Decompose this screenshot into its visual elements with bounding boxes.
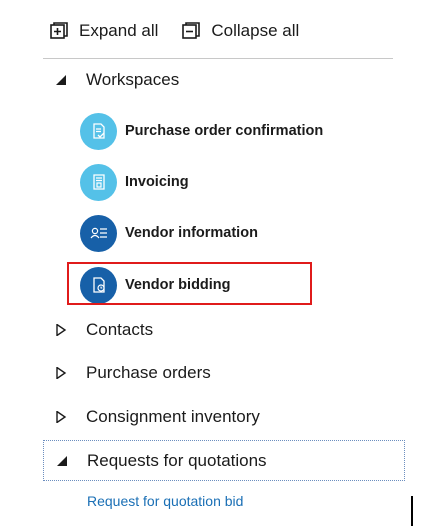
group-workspaces[interactable]: Workspaces [43, 60, 405, 100]
expand-all-button[interactable]: Expand all [50, 21, 158, 41]
document-check-icon [80, 112, 117, 150]
text-cursor [411, 496, 413, 526]
group-label: Purchase orders [86, 363, 211, 382]
collapse-all-button[interactable]: Collapse all [182, 21, 299, 41]
collapse-all-icon [182, 22, 201, 39]
highlight-box [67, 262, 312, 305]
collapsed-arrow-icon [56, 324, 67, 336]
toolbar: Expand all Collapse all [50, 16, 323, 46]
group-label: Consignment inventory [86, 407, 260, 426]
expand-all-label: Expand all [79, 21, 159, 40]
workspace-label: Vendor information [125, 225, 258, 241]
collapsed-arrow-icon [56, 411, 67, 423]
navigation-panel: Expand all Collapse all Workspaces Purch… [0, 0, 426, 526]
group-label: Requests for quotations [87, 450, 267, 470]
workspace-invoicing[interactable]: Invoicing [80, 162, 189, 202]
collapsed-arrow-icon [56, 367, 67, 379]
group-consignment-inventory[interactable]: Consignment inventory [43, 397, 405, 437]
expanded-arrow-icon [56, 75, 66, 85]
divider [43, 58, 393, 59]
expanded-arrow-icon [57, 455, 67, 466]
workspace-label: Purchase order confirmation [125, 123, 324, 139]
link-request-for-quotation-bid[interactable]: Request for quotation bid [87, 493, 243, 509]
collapse-all-label: Collapse all [211, 21, 300, 40]
group-purchase-orders[interactable]: Purchase orders [43, 353, 405, 393]
group-label: Workspaces [86, 70, 180, 89]
workspace-vendor-information[interactable]: Vendor information [80, 213, 258, 253]
group-label: Contacts [86, 320, 154, 339]
group-requests-for-quotations[interactable]: Requests for quotations [43, 440, 405, 481]
contact-list-icon [80, 214, 117, 252]
group-contacts[interactable]: Contacts [43, 310, 405, 350]
expand-all-icon [50, 22, 68, 39]
workspace-label: Invoicing [125, 174, 189, 190]
workspace-purchase-order-confirmation[interactable]: Purchase order confirmation [80, 111, 323, 151]
invoice-icon [80, 163, 117, 201]
